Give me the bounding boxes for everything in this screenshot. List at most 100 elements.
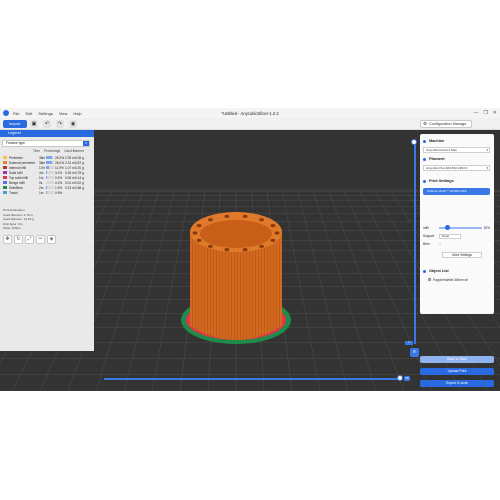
rim-hole <box>270 238 276 242</box>
layer-slider-track[interactable] <box>414 142 416 344</box>
infill-slider-knob[interactable] <box>445 225 451 231</box>
import-button[interactable]: Import <box>3 120 27 128</box>
support-row: Support None <box>423 233 490 239</box>
legend-row-bar <box>46 166 54 169</box>
legend-swatch <box>3 165 7 170</box>
infill-row: Infill 20% <box>423 225 490 231</box>
legend-swatch <box>3 170 7 175</box>
print-estimation: Print Estimation Used filament: 4.78 m U… <box>3 208 34 231</box>
infill-value: 20% <box>483 226 490 230</box>
view-tools: ✥ ↻ ⤢ ✂ ◈ <box>3 235 56 244</box>
support-select[interactable]: None <box>439 233 461 239</box>
object-item-name: Pappbehaelter-55mm.stl <box>433 278 468 282</box>
configuration-manage-button[interactable]: ⚙ Configuration Manage <box>420 120 472 128</box>
back-to-slice-button[interactable]: Back to Slice <box>420 356 494 363</box>
object-list-item[interactable]: Pappbehaelter-55mm.stl <box>428 278 468 282</box>
legend-row-percentage: 1.6% <box>55 185 63 190</box>
legend-row-name: Bridge infill <box>9 180 25 185</box>
legend-header[interactable]: Legend <box>0 130 94 137</box>
move-slider-knob[interactable] <box>397 375 403 381</box>
maximize-button[interactable]: ❐ <box>483 110 487 116</box>
scale-icon[interactable]: ⤢ <box>25 235 34 244</box>
print-profile-value: 0.20mm Draft ** ACSM-V2Fil <box>427 189 467 193</box>
machine-title: Machine <box>423 139 444 143</box>
view-cube-icon[interactable]: ◈ <box>47 235 56 244</box>
infill-slider[interactable] <box>438 225 482 231</box>
printer-icon <box>423 139 426 143</box>
legend-row-bar <box>46 171 54 174</box>
legend-row-bar <box>46 156 54 159</box>
close-button[interactable]: ✕ <box>493 110 497 116</box>
col-percentage: Percentage <box>43 149 61 153</box>
rim-hole <box>196 224 202 228</box>
save-icon[interactable]: ▣ <box>30 120 38 128</box>
back-to-slice-label: Back to Slice <box>447 357 467 361</box>
move-slider-track[interactable] <box>104 378 402 380</box>
legend-row-weight: 0.14 g <box>75 175 84 180</box>
minimize-button[interactable]: — <box>473 110 478 116</box>
more-settings-button[interactable]: More Settings <box>442 252 482 258</box>
legend-rows: Perimeter 38m 26.3% 2.39 m 6.08 g External pe… <box>3 155 91 195</box>
rim-hole <box>208 244 213 248</box>
chevron-down-icon: ▾ <box>486 166 488 170</box>
filament-title: Filament <box>423 157 445 161</box>
legend-row-time: 17m <box>39 165 46 170</box>
legend-row-time: 1m <box>39 190 44 195</box>
cut-icon[interactable]: ✂ <box>36 235 45 244</box>
layer-bottom-label: 1 <box>405 341 413 345</box>
brim-row: Brim ✓ <box>423 241 490 247</box>
export-gcode-label: Export G-code <box>446 381 468 385</box>
legend-row-length: 2.31 m <box>65 160 75 165</box>
summary-total: Total: 1h32m <box>3 226 21 230</box>
layer-slider-top-knob[interactable] <box>411 139 417 145</box>
legend-row-bar <box>46 181 54 184</box>
object-icon <box>428 278 431 281</box>
legend-row-time: 0s <box>39 180 43 185</box>
legend-row-name: Perimeter <box>9 155 23 160</box>
legend-swatch <box>3 160 7 165</box>
infill-label: Infill <box>423 226 429 230</box>
legend-row-time: 4m <box>39 170 44 175</box>
print-settings-title-text: Print Settings <box>429 179 454 183</box>
legend-row-time: 1m <box>39 175 44 180</box>
model-top-inner <box>200 220 272 248</box>
legend-row-percentage: 11.9% <box>55 165 64 170</box>
rim-hole <box>224 247 230 252</box>
feature-type-select[interactable]: Feature type ▾ <box>2 140 90 147</box>
legend-row-bar <box>46 186 54 189</box>
filament-value: Anycubic PLA #ACSM-V2Fil 0 <box>426 166 468 170</box>
export-gcode-button[interactable]: Export G-code <box>420 380 494 387</box>
legend-swatch <box>3 180 7 185</box>
layer-settings-icon[interactable]: ≡ <box>410 348 419 357</box>
toolbar: Import ▣ ↶ ↷ ◉ ⚙ Configuration Manage <box>0 118 500 130</box>
legend-row[interactable]: Travel 1m 0.9% <box>3 190 91 195</box>
legend-row-percentage: 0.9% <box>55 175 63 180</box>
filament-icon <box>423 157 426 161</box>
undo-icon[interactable]: ↶ <box>43 120 51 128</box>
import-label: Import <box>9 121 21 126</box>
legend-row-percentage: 26.0% <box>55 160 65 165</box>
config-label: Configuration Manage <box>429 122 467 126</box>
legend-row-weight: 6.08 g <box>75 155 84 160</box>
legend-swatch <box>3 190 7 195</box>
legend-row-time: 2m <box>39 185 44 190</box>
redo-icon[interactable]: ↷ <box>56 120 64 128</box>
rotate-icon[interactable]: ↻ <box>14 235 23 244</box>
move-icon[interactable]: ✥ <box>3 235 12 244</box>
support-value: None <box>442 233 450 238</box>
print-profile-select[interactable]: 0.20mm Draft ** ACSM-V2Fil <box>423 188 490 195</box>
upload-print-button[interactable]: Upload Print <box>420 368 494 375</box>
legend-row-percentage: 0.2% <box>55 180 63 185</box>
feature-type-value: Feature type <box>6 141 26 145</box>
machine-select[interactable]: Anycubic Kobra 2 Max ▾ <box>423 147 490 153</box>
filament-select[interactable]: Anycubic PLA #ACSM-V2Fil 0 ▾ <box>423 165 490 171</box>
legend-row-bar <box>46 161 54 164</box>
legend-row-length: 0.26 m <box>65 170 75 175</box>
rim-hole <box>196 238 202 242</box>
move-slider-value: 25 <box>404 376 410 381</box>
app-window: File Edit Settings View Help *Untitled -… <box>0 108 500 391</box>
view-settings-icon[interactable]: ◉ <box>69 120 77 128</box>
print-settings-title: Print Settings <box>423 179 454 183</box>
brim-checkbox[interactable]: ✓ <box>439 242 442 246</box>
legend-row-length: 0.05 m <box>65 175 75 180</box>
